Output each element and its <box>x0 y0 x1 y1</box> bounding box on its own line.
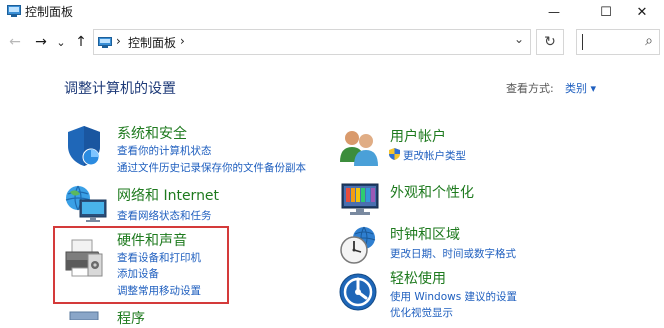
breadcrumb-separator[interactable]: › <box>116 34 121 48</box>
link-view-network-status[interactable]: 查看网络状态和任务 <box>117 208 212 223</box>
close-button[interactable]: ✕ <box>620 0 664 24</box>
link-change-account-type[interactable]: 更改帐户类型 <box>403 148 466 163</box>
highlight-box <box>53 226 229 304</box>
view-by-dropdown[interactable]: 类别 ▾ <box>565 80 596 96</box>
address-dropdown-button[interactable]: ⌄ <box>514 32 524 46</box>
appearance-icon[interactable] <box>338 178 384 218</box>
accessibility-icon[interactable] <box>338 272 378 312</box>
search-icon[interactable]: ⌕ <box>645 33 653 49</box>
shield-icon[interactable] <box>64 124 104 168</box>
breadcrumb-control-panel[interactable]: 控制面板 <box>128 34 176 51</box>
minimize-button[interactable]: — <box>532 0 576 24</box>
link-file-history-backup[interactable]: 通过文件历史记录保存你的文件备份副本 <box>117 160 306 175</box>
title-bar: 控制面板 — ☐ ✕ <box>0 0 664 24</box>
forward-button[interactable]: → <box>32 32 50 52</box>
back-button[interactable]: ← <box>6 32 24 52</box>
recent-locations-button[interactable]: ⌄ <box>54 32 68 52</box>
link-view-computer-status[interactable]: 查看你的计算机状态 <box>117 143 212 158</box>
breadcrumb-separator-2[interactable]: › <box>180 34 185 48</box>
category-system-security[interactable]: 系统和安全 <box>117 123 187 143</box>
users-icon[interactable] <box>338 128 382 168</box>
search-input[interactable]: ⌕ <box>576 29 660 55</box>
link-windows-recommended-settings[interactable]: 使用 Windows 建议的设置 <box>390 289 517 304</box>
control-panel-icon <box>7 5 21 17</box>
up-button[interactable]: ↑ <box>72 32 90 52</box>
view-by-label: 查看方式: <box>506 82 554 95</box>
category-programs[interactable]: 程序 <box>117 308 145 328</box>
window-title: 控制面板 <box>25 5 74 19</box>
network-icon[interactable] <box>64 184 108 224</box>
text-caret <box>582 34 583 50</box>
category-network-internet[interactable]: 网络和 Internet <box>117 185 219 205</box>
uac-shield-icon <box>389 148 400 160</box>
refresh-button[interactable]: ↻ <box>536 29 564 55</box>
page-heading: 调整计算机的设置 <box>64 81 176 97</box>
programs-icon[interactable] <box>64 308 104 320</box>
category-appearance-personalization[interactable]: 外观和个性化 <box>390 182 474 202</box>
category-clock-region[interactable]: 时钟和区域 <box>390 224 460 244</box>
address-box[interactable]: › 控制面板 › ⌄ <box>93 29 531 55</box>
category-ease-of-access[interactable]: 轻松使用 <box>390 268 446 288</box>
control-panel-icon <box>98 37 112 48</box>
link-optimize-visual-display[interactable]: 优化视觉显示 <box>390 305 453 320</box>
clock-icon[interactable] <box>338 224 382 266</box>
link-date-time-number-format[interactable]: 更改日期、时间或数字格式 <box>390 246 516 261</box>
address-bar-row: ← → ⌄ ↑ › 控制面板 › ⌄ ↻ ⌕ <box>0 26 664 58</box>
category-user-accounts[interactable]: 用户帐户 <box>390 126 446 146</box>
